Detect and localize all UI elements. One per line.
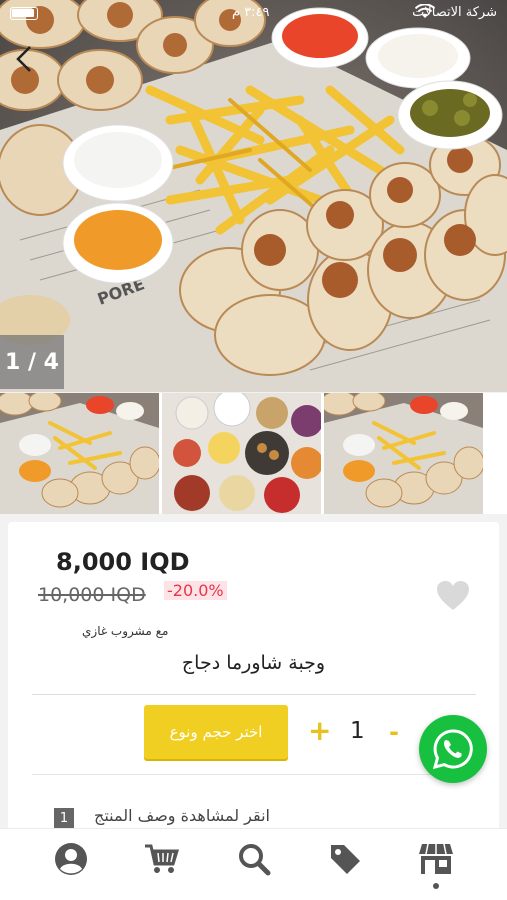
thumbnail-1[interactable]	[0, 393, 159, 514]
food-photo: PORE	[0, 0, 507, 392]
thumbnail-strip	[0, 393, 507, 514]
store-icon[interactable]	[416, 839, 456, 879]
view-description-link[interactable]: انقر لمشاهدة وصف المنتج	[94, 806, 270, 825]
quantity-increase-button[interactable]: +	[308, 717, 331, 745]
favorite-button[interactable]	[436, 580, 470, 612]
discount-badge: -20.0%	[164, 581, 227, 600]
cart-icon[interactable]	[142, 839, 182, 879]
product-image[interactable]: PORE شركة الاتصالات ٣:٤٩ م 1 / 4	[0, 0, 507, 392]
back-button[interactable]	[14, 44, 44, 80]
product-card: 8,000 IQD 10,000 IQD -20.0% مع مشروب غاز…	[8, 522, 499, 842]
search-icon[interactable]	[234, 839, 274, 879]
whatsapp-button[interactable]	[419, 715, 487, 783]
offers-icon[interactable]	[325, 839, 365, 879]
gallery-counter: 1 / 4	[0, 335, 64, 389]
divider	[32, 694, 476, 695]
old-price: 10,000 IQD	[38, 584, 146, 606]
active-tab-indicator	[433, 883, 439, 889]
choose-size-type-button[interactable]: اختر حجم ونوع	[144, 705, 288, 759]
quantity-decrease-button[interactable]: -	[389, 718, 399, 746]
thumbnail-2[interactable]	[162, 393, 321, 514]
bottom-navigation	[0, 828, 507, 900]
product-subtitle: مع مشروب غازي	[82, 624, 169, 638]
heart-icon	[437, 581, 469, 610]
whatsapp-icon	[432, 729, 473, 770]
description-number-badge: 1	[54, 808, 74, 828]
quantity-value: 1	[350, 718, 365, 744]
clock: ٣:٤٩ م	[232, 5, 270, 20]
product-screen: PORE شركة الاتصالات ٣:٤٩ م 1 / 4 8,000 I…	[0, 0, 507, 900]
divider	[32, 774, 476, 775]
chevron-left-icon	[16, 46, 31, 72]
battery-icon	[10, 7, 38, 20]
product-title: وجبة شاورما دجاج	[181, 652, 326, 674]
status-bar: شركة الاتصالات ٣:٤٩ م	[0, 0, 507, 28]
thumbnail-3[interactable]	[324, 393, 483, 514]
account-icon[interactable]	[51, 839, 91, 879]
price: 8,000 IQD	[56, 548, 190, 576]
